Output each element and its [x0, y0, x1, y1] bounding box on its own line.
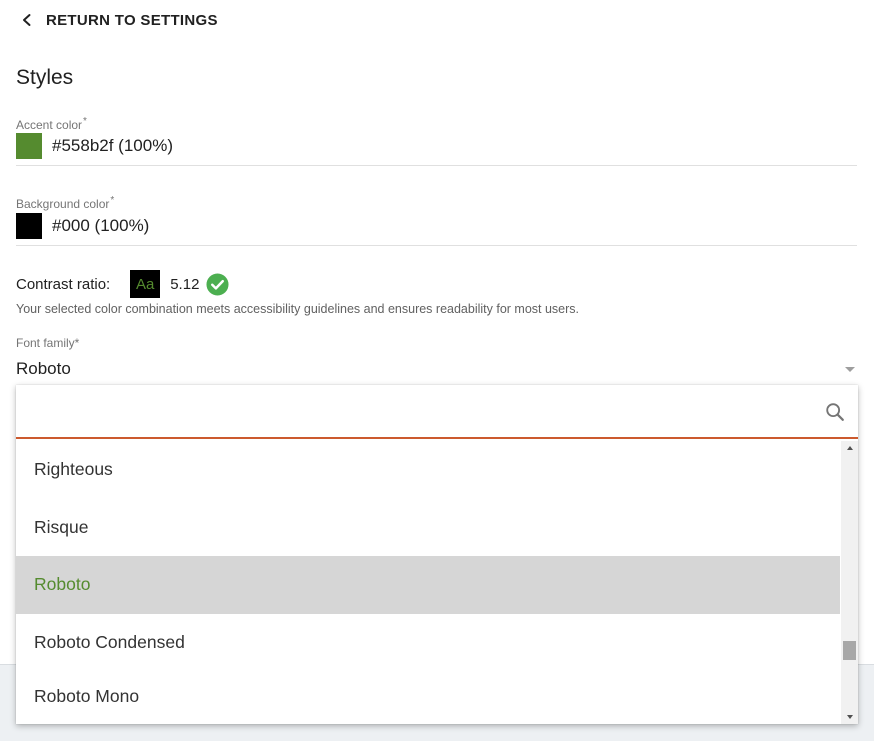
required-mark: *	[83, 116, 87, 127]
contrast-ratio-row: Contrast ratio: Aa 5.12	[16, 270, 229, 298]
arrow-down-icon	[846, 715, 853, 719]
dropdown-scrollbar[interactable]	[841, 441, 858, 724]
font-option-risque[interactable]: Risque	[16, 499, 840, 557]
font-option-roboto-condensed[interactable]: Roboto Condensed	[16, 614, 840, 672]
font-option-roboto-mono[interactable]: Roboto Mono	[16, 671, 840, 722]
background-color-field[interactable]: #000 (100%)	[16, 213, 857, 246]
scroll-up-button[interactable]	[841, 441, 858, 455]
scroll-down-button[interactable]	[841, 710, 858, 724]
font-family-select[interactable]: Roboto	[16, 356, 857, 382]
arrow-up-icon	[846, 446, 853, 450]
dropdown-caret-icon[interactable]	[845, 367, 855, 372]
page-title: Styles	[16, 66, 74, 89]
font-option-righteous[interactable]: Righteous	[16, 441, 840, 499]
return-to-settings-label: RETURN TO SETTINGS	[46, 11, 218, 29]
chevron-left-icon	[23, 14, 31, 26]
accent-color-field[interactable]: #558b2f (100%)	[16, 133, 857, 166]
search-icon[interactable]	[824, 401, 846, 423]
font-family-value: Roboto	[16, 359, 71, 378]
font-search-input[interactable]	[16, 385, 806, 437]
contrast-ratio-value: 5.12	[170, 275, 200, 293]
check-circle-icon	[206, 272, 229, 296]
contrast-sample: Aa	[130, 270, 161, 298]
required-mark: *	[110, 195, 115, 206]
font-family-label: Font family*	[16, 336, 80, 350]
accent-color-label: Accent color*	[16, 116, 87, 132]
background-color-value: #000 (100%)	[52, 216, 150, 235]
return-to-settings-link[interactable]: RETURN TO SETTINGS	[20, 8, 218, 32]
font-options-list: Righteous Risque Roboto Roboto Condensed…	[16, 441, 840, 724]
accent-color-value: #558b2f (100%)	[52, 136, 173, 155]
scrollbar-thumb[interactable]	[843, 641, 856, 660]
accent-color-swatch[interactable]	[16, 133, 42, 159]
font-family-dropdown: Righteous Risque Roboto Roboto Condensed…	[16, 385, 858, 724]
background-color-label: Background color*	[16, 195, 115, 211]
contrast-note: Your selected color combination meets ac…	[16, 302, 580, 316]
background-color-swatch[interactable]	[16, 213, 42, 239]
dropdown-search-bar	[16, 385, 858, 439]
contrast-ratio-label: Contrast ratio:	[16, 275, 111, 293]
font-option-roboto[interactable]: Roboto	[16, 556, 840, 614]
